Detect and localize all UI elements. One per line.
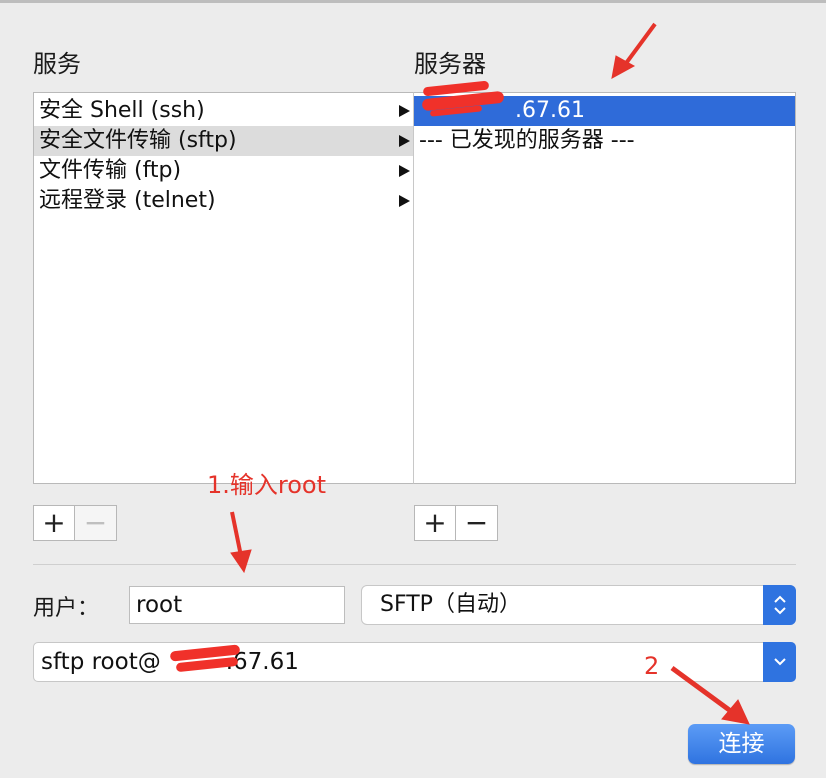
arrow-icon (611, 22, 657, 79)
arrow-icon (670, 665, 750, 725)
annotation-arrows (230, 22, 750, 725)
arrow-icon (230, 511, 252, 574)
